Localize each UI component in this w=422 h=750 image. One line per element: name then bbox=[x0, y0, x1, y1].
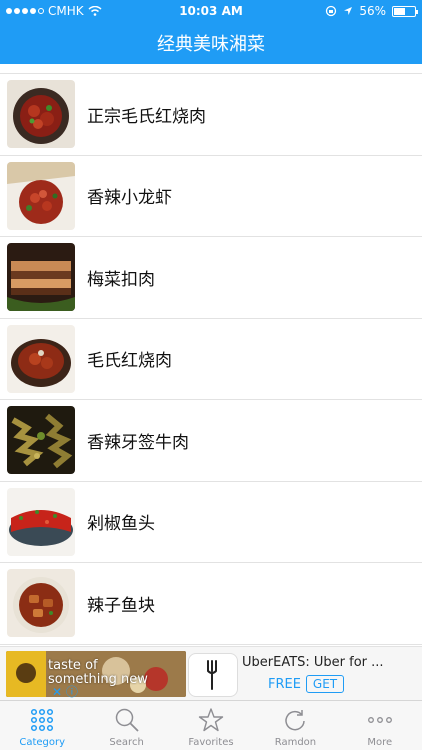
top-bar: CMHK 10:03 AM 56% 经典美味湘菜 bbox=[0, 0, 422, 64]
status-bar: CMHK 10:03 AM 56% bbox=[0, 0, 422, 22]
list-item-title: 辣子鱼块 bbox=[87, 595, 155, 616]
list-item-title: 正宗毛氏红烧肉 bbox=[87, 106, 206, 127]
tab-label: Category bbox=[19, 737, 66, 748]
tab-ramdon[interactable]: Ramdon bbox=[253, 701, 337, 750]
list-item-partial[interactable] bbox=[0, 64, 422, 74]
search-icon bbox=[114, 707, 140, 733]
list-item[interactable]: 剁椒鱼头 bbox=[0, 482, 422, 563]
tab-label: Ramdon bbox=[274, 737, 317, 748]
tab-more[interactable]: More bbox=[338, 701, 422, 750]
list-item[interactable]: 毛氏红烧肉 bbox=[0, 319, 422, 400]
tab-label: Favorites bbox=[188, 737, 234, 748]
dish-thumbnail bbox=[7, 406, 75, 475]
list-item[interactable]: 香辣牙签牛肉 bbox=[0, 400, 422, 482]
list-item-title: 香辣小龙虾 bbox=[87, 188, 172, 209]
battery-percent: 56% bbox=[359, 4, 386, 18]
star-icon bbox=[198, 707, 224, 733]
list-item[interactable]: 香辣小龙虾 bbox=[0, 156, 422, 237]
list-item-title: 毛氏红烧肉 bbox=[87, 351, 172, 372]
tab-label: Search bbox=[109, 737, 144, 748]
ad-app-name: UberEATS: Uber for ... bbox=[242, 655, 384, 670]
dish-thumbnail bbox=[7, 161, 75, 230]
more-icon bbox=[367, 707, 393, 733]
rotation-lock-icon bbox=[326, 5, 337, 17]
list-item[interactable]: 正宗毛氏红烧肉 bbox=[0, 74, 422, 156]
tab-bar: Category Search Favorites Ramdon More bbox=[0, 700, 422, 750]
dish-thumbnail bbox=[7, 487, 75, 556]
list-item-title: 梅菜扣肉 bbox=[87, 269, 155, 290]
ad-tagline: taste of bbox=[48, 658, 98, 673]
dish-thumbnail bbox=[7, 80, 75, 149]
dish-thumbnail bbox=[7, 324, 75, 393]
list-item-title: 剁椒鱼头 bbox=[87, 514, 155, 535]
list-item-title: 香辣牙签牛肉 bbox=[87, 432, 189, 453]
ad-banner[interactable]: taste of something new ✕ ⓘ UberEATS: Ube… bbox=[0, 646, 422, 700]
tab-label: More bbox=[367, 737, 393, 748]
tab-search[interactable]: Search bbox=[84, 701, 168, 750]
page-title: 经典美味湘菜 bbox=[157, 34, 265, 55]
dish-thumbnail bbox=[7, 569, 75, 638]
dish-thumbnail bbox=[7, 243, 75, 312]
location-icon bbox=[344, 7, 353, 15]
app-icon[interactable] bbox=[188, 653, 238, 697]
tab-favorites[interactable]: Favorites bbox=[169, 701, 253, 750]
list-item[interactable]: 辣子鱼块 bbox=[0, 563, 422, 645]
recipe-list[interactable]: 正宗毛氏红烧肉 香辣小龙虾 梅菜扣肉 毛氏红烧肉 香辣牙签牛肉 剁椒鱼头 辣子鱼… bbox=[0, 64, 422, 646]
ad-price: FREE bbox=[268, 677, 301, 692]
refresh-icon bbox=[282, 707, 308, 733]
grid-icon bbox=[29, 707, 55, 733]
ad-close-icon[interactable]: ✕ ⓘ bbox=[52, 683, 78, 700]
battery-icon bbox=[392, 5, 418, 17]
list-item[interactable]: 梅菜扣肉 bbox=[0, 237, 422, 319]
tab-category[interactable]: Category bbox=[0, 701, 84, 750]
get-button[interactable]: GET bbox=[306, 675, 344, 693]
